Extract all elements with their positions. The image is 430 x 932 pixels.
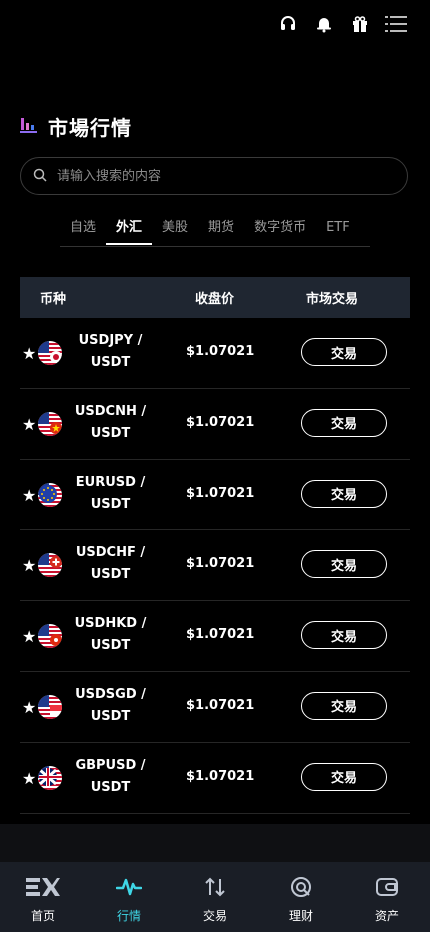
nav-home[interactable]: 首页 bbox=[0, 862, 86, 932]
table-row[interactable]: ★ USDHKD / USDT $1.07021 交易 bbox=[20, 601, 410, 672]
swap-arrows-icon bbox=[203, 876, 227, 901]
tab-watchlist[interactable]: 自选 bbox=[60, 214, 106, 245]
page-title: 市場行情 bbox=[48, 116, 132, 140]
ex-logo-icon bbox=[26, 876, 60, 901]
trade-button[interactable]: 交易 bbox=[301, 338, 387, 366]
trade-button[interactable]: 交易 bbox=[301, 621, 387, 650]
search-icon bbox=[33, 167, 47, 186]
market-tabs: 自选 外汇 美股 期货 数字货币 ETF bbox=[60, 214, 370, 247]
nav-label: 资产 bbox=[374, 909, 399, 923]
market-table: ★ USDJPY / USDT $1.07021 交易 ★ USDCNH / U… bbox=[20, 318, 410, 814]
trade-button[interactable]: 交易 bbox=[301, 479, 387, 508]
tab-forex[interactable]: 外汇 bbox=[106, 214, 153, 245]
pair-name: USDCNH / USDT bbox=[74, 403, 147, 441]
pair-name: USDJPY / USDT bbox=[78, 333, 143, 370]
us-cn-flag-icon bbox=[38, 411, 62, 436]
column-header-close-price: 收盘价 bbox=[195, 292, 235, 307]
nav-label: 行情 bbox=[116, 909, 141, 923]
star-icon[interactable]: ★ bbox=[22, 344, 36, 363]
pair-name: GBPUSD / USDT bbox=[75, 757, 146, 795]
column-header-market-trade: 市场交易 bbox=[306, 292, 359, 307]
top-bar bbox=[270, 12, 414, 36]
bell-icon[interactable] bbox=[306, 12, 342, 36]
us-jp-flag-icon bbox=[38, 341, 62, 365]
pair-name: USDHKD / USDT bbox=[74, 616, 147, 654]
search-box[interactable] bbox=[20, 157, 408, 195]
pair-name: EURUSD / USDT bbox=[75, 474, 146, 512]
star-icon[interactable]: ★ bbox=[22, 486, 36, 505]
pulse-icon bbox=[115, 876, 143, 901]
nav-market[interactable]: 行情 bbox=[86, 862, 172, 932]
tab-futures[interactable]: 期货 bbox=[198, 214, 244, 245]
search-input[interactable] bbox=[55, 167, 379, 185]
star-icon[interactable]: ★ bbox=[22, 698, 36, 717]
table-row[interactable]: ★ EURUSD / USDT $1.07021 交易 bbox=[20, 460, 410, 531]
page-header: 市場行情 bbox=[20, 112, 132, 141]
close-price: $1.07021 bbox=[186, 485, 255, 501]
close-price: $1.07021 bbox=[186, 556, 255, 572]
trade-button[interactable]: 交易 bbox=[301, 691, 387, 720]
close-price: $1.07021 bbox=[186, 414, 255, 430]
close-price: $1.07021 bbox=[186, 697, 255, 713]
nav-label: 首页 bbox=[30, 909, 55, 923]
nav-label: 理财 bbox=[288, 909, 313, 923]
table-header: 币种 收盘价 市场交易 bbox=[20, 277, 410, 318]
nav-label: 交易 bbox=[202, 909, 227, 923]
eu-us-flag-icon bbox=[38, 482, 62, 507]
star-icon[interactable]: ★ bbox=[22, 627, 36, 646]
table-row[interactable]: ★ USDJPY / USDT $1.07021 交易 bbox=[20, 318, 410, 389]
close-price: $1.07021 bbox=[186, 768, 255, 784]
tab-us-stocks[interactable]: 美股 bbox=[152, 214, 198, 245]
nav-finance[interactable]: 理财 bbox=[258, 862, 344, 932]
trade-button[interactable]: 交易 bbox=[301, 550, 387, 579]
gift-icon[interactable] bbox=[342, 12, 378, 36]
nav-assets[interactable]: 资产 bbox=[344, 862, 430, 932]
close-price: $1.07021 bbox=[186, 344, 255, 359]
star-icon[interactable]: ★ bbox=[22, 415, 36, 434]
wallet-icon bbox=[375, 876, 399, 901]
star-icon[interactable]: ★ bbox=[22, 556, 36, 575]
table-row[interactable]: ★ USDSGD / USDT $1.07021 交易 bbox=[20, 672, 410, 743]
headset-icon[interactable] bbox=[270, 12, 306, 36]
tab-crypto[interactable]: 数字货币 bbox=[244, 214, 316, 245]
us-hk-flag-icon bbox=[38, 624, 62, 649]
finance-icon bbox=[289, 876, 313, 901]
us-ch-flag-icon bbox=[38, 553, 62, 578]
content-footer-band bbox=[0, 824, 430, 862]
pair-name: USDSGD / USDT bbox=[75, 686, 146, 724]
pair-name: USDCHF / USDT bbox=[75, 545, 146, 583]
table-row[interactable]: ★ USDCNH / USDT $1.07021 交易 bbox=[20, 389, 410, 460]
gb-us-flag-icon bbox=[38, 765, 62, 790]
close-price: $1.07021 bbox=[186, 627, 255, 643]
nav-trade[interactable]: 交易 bbox=[172, 862, 258, 932]
table-row[interactable]: ★ GBPUSD / USDT $1.07021 交易 bbox=[20, 743, 410, 814]
table-row[interactable]: ★ USDCHF / USDT $1.07021 交易 bbox=[20, 530, 410, 602]
column-header-currency: 币种 bbox=[40, 292, 67, 307]
bottom-nav: 首页 行情 交易 理财 资产 bbox=[0, 862, 430, 932]
bar-chart-icon bbox=[20, 117, 38, 137]
menu-icon[interactable] bbox=[378, 12, 414, 36]
tab-etf[interactable]: ETF bbox=[316, 214, 360, 245]
trade-button[interactable]: 交易 bbox=[301, 408, 387, 437]
us-sg-flag-icon bbox=[38, 694, 62, 719]
trade-button[interactable]: 交易 bbox=[301, 762, 387, 791]
star-icon[interactable]: ★ bbox=[22, 769, 36, 788]
